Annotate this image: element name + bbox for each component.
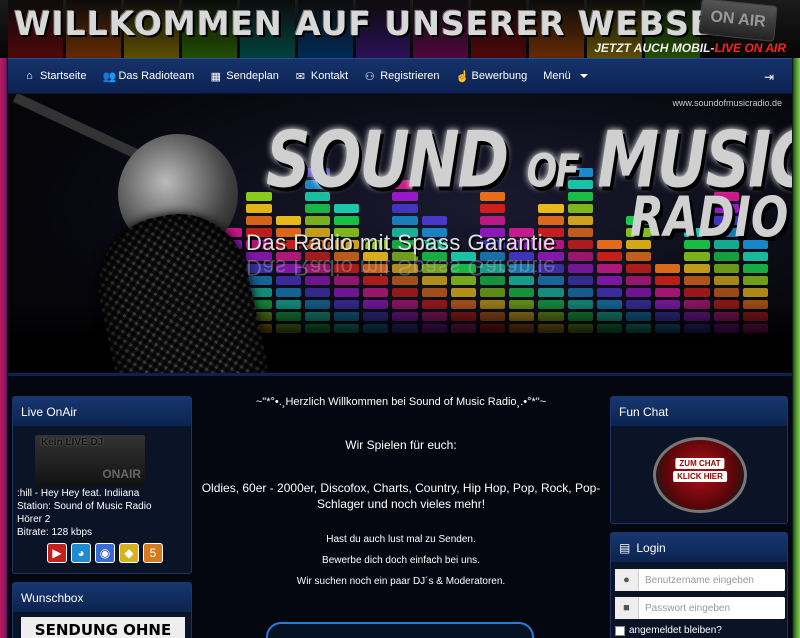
thumbs-up-icon: ☝ <box>455 70 470 83</box>
nav-label: Registrieren <box>380 70 440 82</box>
calendar-icon: ▦ <box>210 70 221 83</box>
invite-line-3: Wir suchen noch ein paar DJ´s & Moderato… <box>296 576 506 587</box>
invite-line-2: Bewerbe dich doch einfach bei uns. <box>322 555 480 566</box>
itunes-icon[interactable]: ◕ <box>71 543 91 563</box>
welcome-message: ~"*°•.¸Herzlich Willkommen bei Sound of … <box>255 396 547 408</box>
nav-label: Bewerbung <box>471 70 528 82</box>
nav-radioteam[interactable]: 👥 Das Radioteam <box>94 58 202 94</box>
player-icons: ▶ ◕ ◉ ◆ 5 <box>47 543 191 563</box>
live-on-air-text: LIVE ON AIR <box>714 41 786 55</box>
chat-badge-line2: KLICK HIER <box>673 471 727 482</box>
nav-startseite[interactable]: ⌂ Startseite <box>16 58 94 94</box>
onair-dj-image: Kein LIVE DJ ONAIR <box>35 435 145 487</box>
mobile-prefix: JETZT AUCH MOBIL- <box>594 41 715 55</box>
onair-text: ONAIR <box>102 467 141 481</box>
nav-bewerbung[interactable]: ☝ Bewerbung <box>448 58 536 94</box>
login-heading: Login <box>636 540 666 555</box>
nav-kontakt[interactable]: ✉ Kontakt <box>287 58 356 94</box>
nav-label: Kontakt <box>310 70 349 82</box>
users-icon: 👥 <box>102 70 117 83</box>
user-icon: ● <box>615 569 639 591</box>
no-live-dj-text: Kein LIVE DJ <box>41 437 104 448</box>
nav-menu-dropdown[interactable]: Menü <box>535 58 596 94</box>
listener-count: Hörer 2 <box>17 514 51 525</box>
hero-slogan-reflection: Das Radio mit Spass Garantie <box>246 255 556 280</box>
html5-icon[interactable]: 5 <box>143 543 163 563</box>
hero-url: www.soundofmusicradio.de <box>672 98 782 108</box>
password-input[interactable] <box>639 602 779 614</box>
caret-down-icon <box>579 74 588 78</box>
remember-checkbox[interactable] <box>615 625 625 636</box>
play-icon[interactable]: ▶ <box>47 543 67 563</box>
login-panel: ▤ Login ● ■ angemeldet bleiben? <box>610 532 788 638</box>
id-card-icon: ▤ <box>619 540 631 555</box>
winamp-icon[interactable]: ◆ <box>119 543 139 563</box>
hero-banner: www.soundofmusicradio.de SOUND OF MUSIC … <box>8 94 792 376</box>
lock-icon: ■ <box>615 597 639 619</box>
nav-label: Menü <box>543 70 571 82</box>
nav-sendeplan[interactable]: ▦ Sendeplan <box>202 58 287 94</box>
media-player-icon[interactable]: ◉ <box>95 543 115 563</box>
we-play-heading: Wir Spielen für euch: <box>345 438 457 452</box>
fun-chat-panel: Fun Chat ZUM CHAT KLICK HIER <box>610 396 788 524</box>
username-input[interactable] <box>639 574 779 586</box>
chat-badge-line1: ZUM CHAT <box>675 458 725 469</box>
current-track: :hill - Hey Hey feat. Indiiana <box>17 488 140 499</box>
envelope-icon: ✉ <box>295 70 306 83</box>
hero-title-of: OF <box>526 146 580 198</box>
genre-list: Oldies, 60er - 2000er, Discofox, Charts,… <box>201 481 601 511</box>
logout-button[interactable]: ⇥ <box>764 59 774 95</box>
panel-heading: ▤ Login <box>611 533 787 563</box>
remember-me: angemeldet bleiben? <box>615 625 787 636</box>
station-name: Station: Sound of Music Radio <box>17 501 152 512</box>
panel-heading: Live OnAir <box>13 397 191 427</box>
no-show-image: SENDUNG OHNE <box>21 617 185 638</box>
sign-out-icon: ⇥ <box>763 70 774 84</box>
nav-label: Das Radioteam <box>118 70 195 82</box>
nav-label: Startseite <box>40 70 87 82</box>
home-icon: ⌂ <box>26 70 33 82</box>
password-field: ■ <box>615 597 785 619</box>
hero-title-radio: RADIO <box>630 186 789 250</box>
live-onair-panel: Live OnAir Kein LIVE DJ ONAIR :hill - He… <box>12 396 192 574</box>
panel-heading: Wunschbox <box>13 583 191 613</box>
chat-link-badge[interactable]: ZUM CHAT KLICK HIER <box>653 437 747 513</box>
wunschbox-panel: Wunschbox SENDUNG OHNE <box>12 582 192 638</box>
panel-heading: Fun Chat <box>611 397 787 427</box>
center-action-button[interactable] <box>266 622 534 638</box>
nav-label: Sendeplan <box>226 70 279 82</box>
invite-line-1: Hast du auch lust mal zu Senden. <box>326 534 476 545</box>
username-field: ● <box>615 569 785 591</box>
welcome-text-block: ~"*°•.¸Herzlich Willkommen bei Sound of … <box>200 396 602 587</box>
main-navbar: ⌂ Startseite 👥 Das Radioteam ▦ Sendeplan… <box>8 58 792 94</box>
remember-label: angemeldet bleiben? <box>629 625 722 636</box>
welcome-title: WILLKOMMEN AUF UNSERER WEBSEITE <box>14 4 774 43</box>
mobile-tagline: JETZT AUCH MOBIL-LIVE ON AIR <box>594 41 786 55</box>
nav-registrieren[interactable]: ⚇ Registrieren <box>356 58 447 94</box>
top-banner: WILLKOMMEN AUF UNSERER WEBSEITE ON AIR J… <box>0 0 800 58</box>
hero-title-sound: SOUND <box>266 114 509 206</box>
content-area: Live OnAir Kein LIVE DJ ONAIR :hill - He… <box>8 380 792 638</box>
user-plus-icon: ⚇ <box>364 70 375 83</box>
hero-slogan: Das Radio mit Spass Garantie <box>246 230 556 255</box>
bitrate: Bitrate: 128 kbps <box>17 527 93 538</box>
